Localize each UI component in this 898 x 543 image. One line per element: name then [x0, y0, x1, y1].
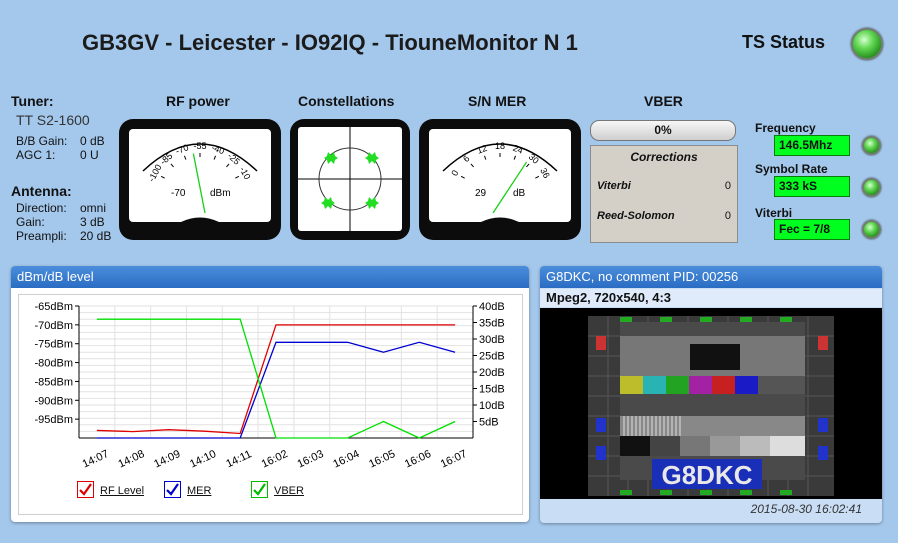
viterbi-led-icon [862, 220, 881, 239]
video-format: Mpeg2, 720x540, 4:3 [540, 289, 882, 307]
antenna-heading: Antenna: [11, 183, 72, 199]
y-left-tick-label: -80dBm [34, 358, 73, 370]
y-right-tick-label: 30dB [479, 334, 505, 346]
legend-rf-label[interactable]: RF Level [100, 485, 144, 497]
frequency-value: 146.5Mhz [774, 135, 850, 156]
y-left-tick-label: -85dBm [34, 376, 73, 388]
x-tick-label: 14:11 [224, 448, 253, 470]
mer-unit: dB [513, 188, 526, 199]
x-tick-label: 16:04 [331, 448, 361, 471]
vber-heading: VBER [644, 93, 683, 109]
legend-mer-label[interactable]: MER [187, 485, 211, 497]
y-right-tick-label: 20dB [479, 367, 505, 379]
x-tick-label: 16:07 [439, 448, 469, 471]
test-card-callsign: G8DKC [661, 460, 752, 490]
symbol-rate-label: Symbol Rate [755, 162, 828, 176]
meter-tick-label: 18 [495, 141, 505, 151]
constellations-heading: Constellations [298, 93, 395, 109]
y-right-tick-label: 5dB [479, 417, 499, 429]
frequency-label: Frequency [755, 121, 816, 135]
y-left-tick-label: -95dBm [34, 414, 73, 426]
y-right-tick-label: 35dB [479, 318, 505, 330]
mer-checkbox-icon[interactable] [164, 481, 181, 499]
symbol-rate-led-icon [862, 178, 881, 197]
video-panel-header: G8DKC, no comment PID: 00256 [540, 266, 882, 288]
x-tick-label: 16:05 [367, 448, 397, 471]
symbol-rate-value: 333 kS [774, 176, 850, 197]
sn-mer-heading: S/N MER [468, 93, 527, 109]
corr-viterbi-value: 0 [724, 180, 731, 192]
rf-level-checkbox-icon[interactable] [77, 481, 94, 499]
legend-vber-label[interactable]: VBER [274, 485, 304, 497]
level-panel: dBm/dB level -65dBm -70dBm -75dBm -80dBm -85… [11, 266, 529, 522]
x-tick-label: 14:09 [152, 448, 182, 471]
y-right-tick-label: 15dB [479, 384, 505, 396]
ts-status-label: TS Status [742, 32, 826, 52]
ts-status-led-icon [851, 28, 883, 60]
x-tick-label: 16:06 [403, 448, 433, 471]
x-tick-label: 16:02 [260, 448, 290, 471]
video-timestamp: 2015-08-30 16:02:41 [750, 502, 862, 516]
y-left-tick-label: -75dBm [34, 339, 73, 351]
y-right-tick-label: 10dB [479, 400, 505, 412]
vber-checkbox-icon[interactable] [251, 481, 268, 499]
legend-mer[interactable]: MER [164, 481, 211, 499]
constellation-display [290, 119, 410, 240]
x-tick-label: 16:03 [296, 448, 326, 471]
page-title: GB3GV - Leicester - IO92IQ - TiouneMonit… [82, 30, 578, 55]
video-panel: G8DKC, no comment PID: 00256 Mpeg2, 720x… [540, 266, 882, 523]
y-left-tick-label: -65dBm [34, 301, 73, 313]
y-right-tick-label: 40dB [479, 301, 505, 313]
rf-unit: dBm [210, 188, 231, 199]
tuner-heading: Tuner: [11, 93, 54, 109]
corr-rs-value: 0 [724, 210, 731, 222]
corrections-box: Corrections Viterbi 0 Reed-Solomon 0 [590, 145, 738, 243]
frequency-led-icon [862, 136, 881, 155]
legend-vber[interactable]: VBER [251, 481, 304, 499]
viterbi-label: Viterbi [755, 206, 793, 220]
sn-mer-meter: 0 6 12 18 24 30 36 29 dB [419, 119, 581, 240]
rf-power-dial: -100-85-70 -55 -40-25-10 -70 dBm [129, 129, 271, 222]
meter-tick-label: -55 [193, 141, 206, 151]
legend-rf[interactable]: RF Level [77, 481, 144, 499]
sn-mer-dial: 0612 18 243036 29 dB [429, 129, 571, 222]
y-left-tick-label: -90dBm [34, 395, 73, 407]
x-tick-label: 14:10 [188, 448, 218, 471]
y-right-tick-label: 25dB [479, 351, 505, 363]
corrections-heading: Corrections [630, 150, 698, 164]
tuner-model: TT S2-1600 [16, 112, 90, 128]
viterbi-value: Fec = 7/8 [774, 219, 850, 240]
rf-power-heading: RF power [166, 93, 230, 109]
tuner-params: B/B Gain: 0 dB AGC 1: 0 U [16, 134, 105, 162]
corr-rs-label: Reed-Solomon [597, 210, 675, 222]
mer-value: 29 [475, 188, 487, 199]
rf-power-meter: -100 -85 -70 -55 -40 -25 -10 -70 dBm [119, 119, 281, 240]
corr-viterbi-label: Viterbi [597, 180, 631, 192]
vber-progress-bar: 0% [590, 120, 736, 141]
x-tick-label: 14:07 [81, 448, 111, 471]
test-card-image: G8DKC [588, 316, 834, 496]
y-left-tick-label: -70dBm [34, 320, 73, 332]
video-frame: G8DKC [540, 308, 882, 499]
rf-value: -70 [171, 188, 186, 199]
x-tick-label: 14:08 [116, 448, 146, 471]
antenna-params: Direction: omni Gain: 3 dB Preampli: 20 dB [16, 201, 112, 243]
